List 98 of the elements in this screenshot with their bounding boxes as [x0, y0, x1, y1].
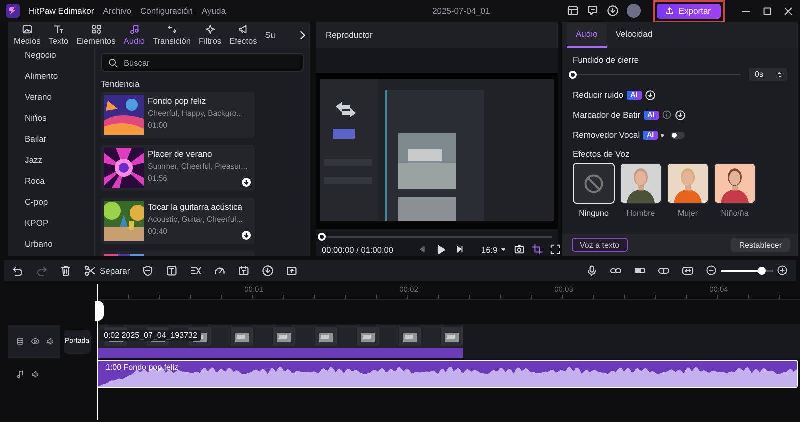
- track-title: Placer de verano: [148, 149, 214, 159]
- video-clip[interactable]: 0:02 2025_07_04_193732: [97, 325, 463, 358]
- menu-item[interactable]: Configuración: [140, 6, 193, 16]
- eye-icon[interactable]: [31, 337, 40, 346]
- download-icon[interactable]: [242, 231, 251, 240]
- category-item[interactable]: Roca: [25, 175, 94, 187]
- no-effect-icon: [583, 172, 605, 194]
- media-tab[interactable]: Audio: [120, 24, 150, 46]
- app-name: HitPaw Edimakor: [29, 6, 94, 16]
- voice-effect-tile[interactable]: [714, 163, 756, 204]
- media-tab[interactable]: Filtros: [195, 24, 226, 46]
- fade-out-label: Fundido de cierre: [573, 55, 640, 65]
- property-tab[interactable]: Velocidad: [606, 22, 662, 48]
- zoom-slider[interactable]: [758, 266, 766, 274]
- category-item[interactable]: C-pop: [25, 196, 94, 208]
- zoom-out-icon[interactable]: [706, 265, 717, 276]
- category-item[interactable]: Alimento: [25, 70, 94, 82]
- duration-field[interactable]: 0s: [749, 68, 787, 81]
- caret-icon: [500, 246, 507, 254]
- media-tab[interactable]: Transición: [149, 24, 195, 46]
- layers-icon[interactable]: [16, 337, 25, 346]
- audio-clip[interactable]: 1:00 Fondo pop feliz: [97, 360, 798, 388]
- close-icon[interactable]: [783, 6, 794, 16]
- media-tab[interactable]: Medios: [10, 24, 45, 46]
- section-title: Tendencia: [101, 79, 141, 89]
- dot-icon: [661, 134, 664, 136]
- app-logo-icon: [6, 4, 20, 18]
- category-item[interactable]: Bailar: [25, 133, 94, 145]
- layout-icon[interactable]: [566, 5, 579, 17]
- media-tab[interactable]: Efectos: [226, 24, 262, 46]
- voice-effect-tile[interactable]: [620, 163, 662, 204]
- speaker-icon[interactable]: [31, 370, 40, 378]
- fit-width-icon[interactable]: [682, 264, 694, 276]
- media-tab[interactable]: Su: [261, 30, 280, 40]
- download-icon[interactable]: [606, 5, 619, 17]
- voice-effect-label: Mujer: [678, 209, 698, 218]
- menu-item[interactable]: Ayuda: [202, 6, 226, 16]
- property-tab[interactable]: Audio: [567, 22, 607, 48]
- fade-out-slider[interactable]: [569, 70, 577, 78]
- download-icon[interactable]: [644, 90, 656, 100]
- voice-effect-label: Hombre: [626, 209, 656, 218]
- feedback-icon[interactable]: [586, 5, 599, 17]
- microphone-icon[interactable]: [586, 264, 598, 276]
- shapes-icon: [90, 24, 102, 35]
- arrows-icon: [166, 24, 178, 35]
- speaker-icon[interactable]: [46, 337, 55, 346]
- track-title: Tocar la guitarra acústica: [148, 202, 243, 212]
- media-tab[interactable]: Elementos: [72, 24, 120, 46]
- feature-label: Marcador de Batir: [573, 110, 641, 120]
- reset-button[interactable]: Restablecer: [731, 238, 790, 252]
- snapshot-icon[interactable]: [514, 244, 525, 256]
- category-item[interactable]: Negocio: [25, 49, 94, 61]
- media-tab[interactable]: Texto: [44, 24, 73, 46]
- maximize-icon[interactable]: [762, 6, 773, 16]
- voice-effect-label: Ninguno: [579, 209, 609, 218]
- feature-label: Reducir ruido: [573, 90, 624, 100]
- playhead-handle[interactable]: [95, 301, 104, 321]
- search-field[interactable]: Buscar: [101, 53, 304, 72]
- export-button[interactable]: Exportar: [656, 4, 721, 18]
- sparkle-icon: [204, 24, 216, 35]
- image-icon: [22, 24, 33, 35]
- clip-label: 0:02 2025_07_04_193732: [100, 330, 202, 341]
- category-item[interactable]: Urbano: [25, 238, 94, 250]
- download-icon[interactable]: [242, 178, 251, 187]
- voice-effect-tile[interactable]: [573, 163, 615, 204]
- search-icon: [108, 58, 118, 68]
- aspect-ratio-dropdown[interactable]: 16:9: [482, 244, 507, 255]
- track-title: Fondo pop feliz: [148, 96, 208, 106]
- fullscreen-icon[interactable]: [550, 244, 561, 256]
- music-note-icon: [128, 24, 140, 35]
- zoom-in-icon[interactable]: [777, 265, 788, 276]
- split-button[interactable]: Separar: [84, 264, 130, 276]
- scissors-icon: [84, 264, 96, 276]
- megaphone-icon: [238, 24, 249, 35]
- info-icon: [662, 110, 672, 120]
- crop-icon[interactable]: [532, 244, 543, 256]
- playback-time: 00:00:00 / 01:00:00: [322, 244, 394, 255]
- menu-item[interactable]: Archivo: [103, 6, 132, 16]
- upload-icon: [664, 6, 675, 16]
- text-icon: [53, 24, 64, 35]
- voice-effects-title: Efectos de Voz: [573, 149, 631, 159]
- spinner-icon: [776, 70, 784, 78]
- panel-title: Reproductor: [316, 22, 558, 48]
- voice-effect-tile[interactable]: [667, 163, 709, 204]
- project-title: 2025-07-04_01: [432, 6, 492, 16]
- category-item[interactable]: Jazz: [25, 154, 94, 166]
- toggle-switch[interactable]: [671, 132, 686, 138]
- user-avatar[interactable]: [626, 4, 641, 18]
- music-note-icon[interactable]: [16, 370, 25, 378]
- feature-label: Removedor Vocal: [573, 130, 640, 140]
- playhead-handle[interactable]: [318, 233, 326, 242]
- category-item[interactable]: KPOP: [25, 217, 94, 229]
- speech-to-text-button[interactable]: Voz a texto: [572, 238, 628, 252]
- category-item[interactable]: Niños: [25, 112, 94, 124]
- voice-effect-label: Niño/ña: [721, 209, 749, 218]
- category-item[interactable]: Verano: [25, 91, 94, 103]
- download-icon[interactable]: [674, 110, 686, 120]
- clip-label: 1:00 Fondo pop feliz: [106, 363, 178, 372]
